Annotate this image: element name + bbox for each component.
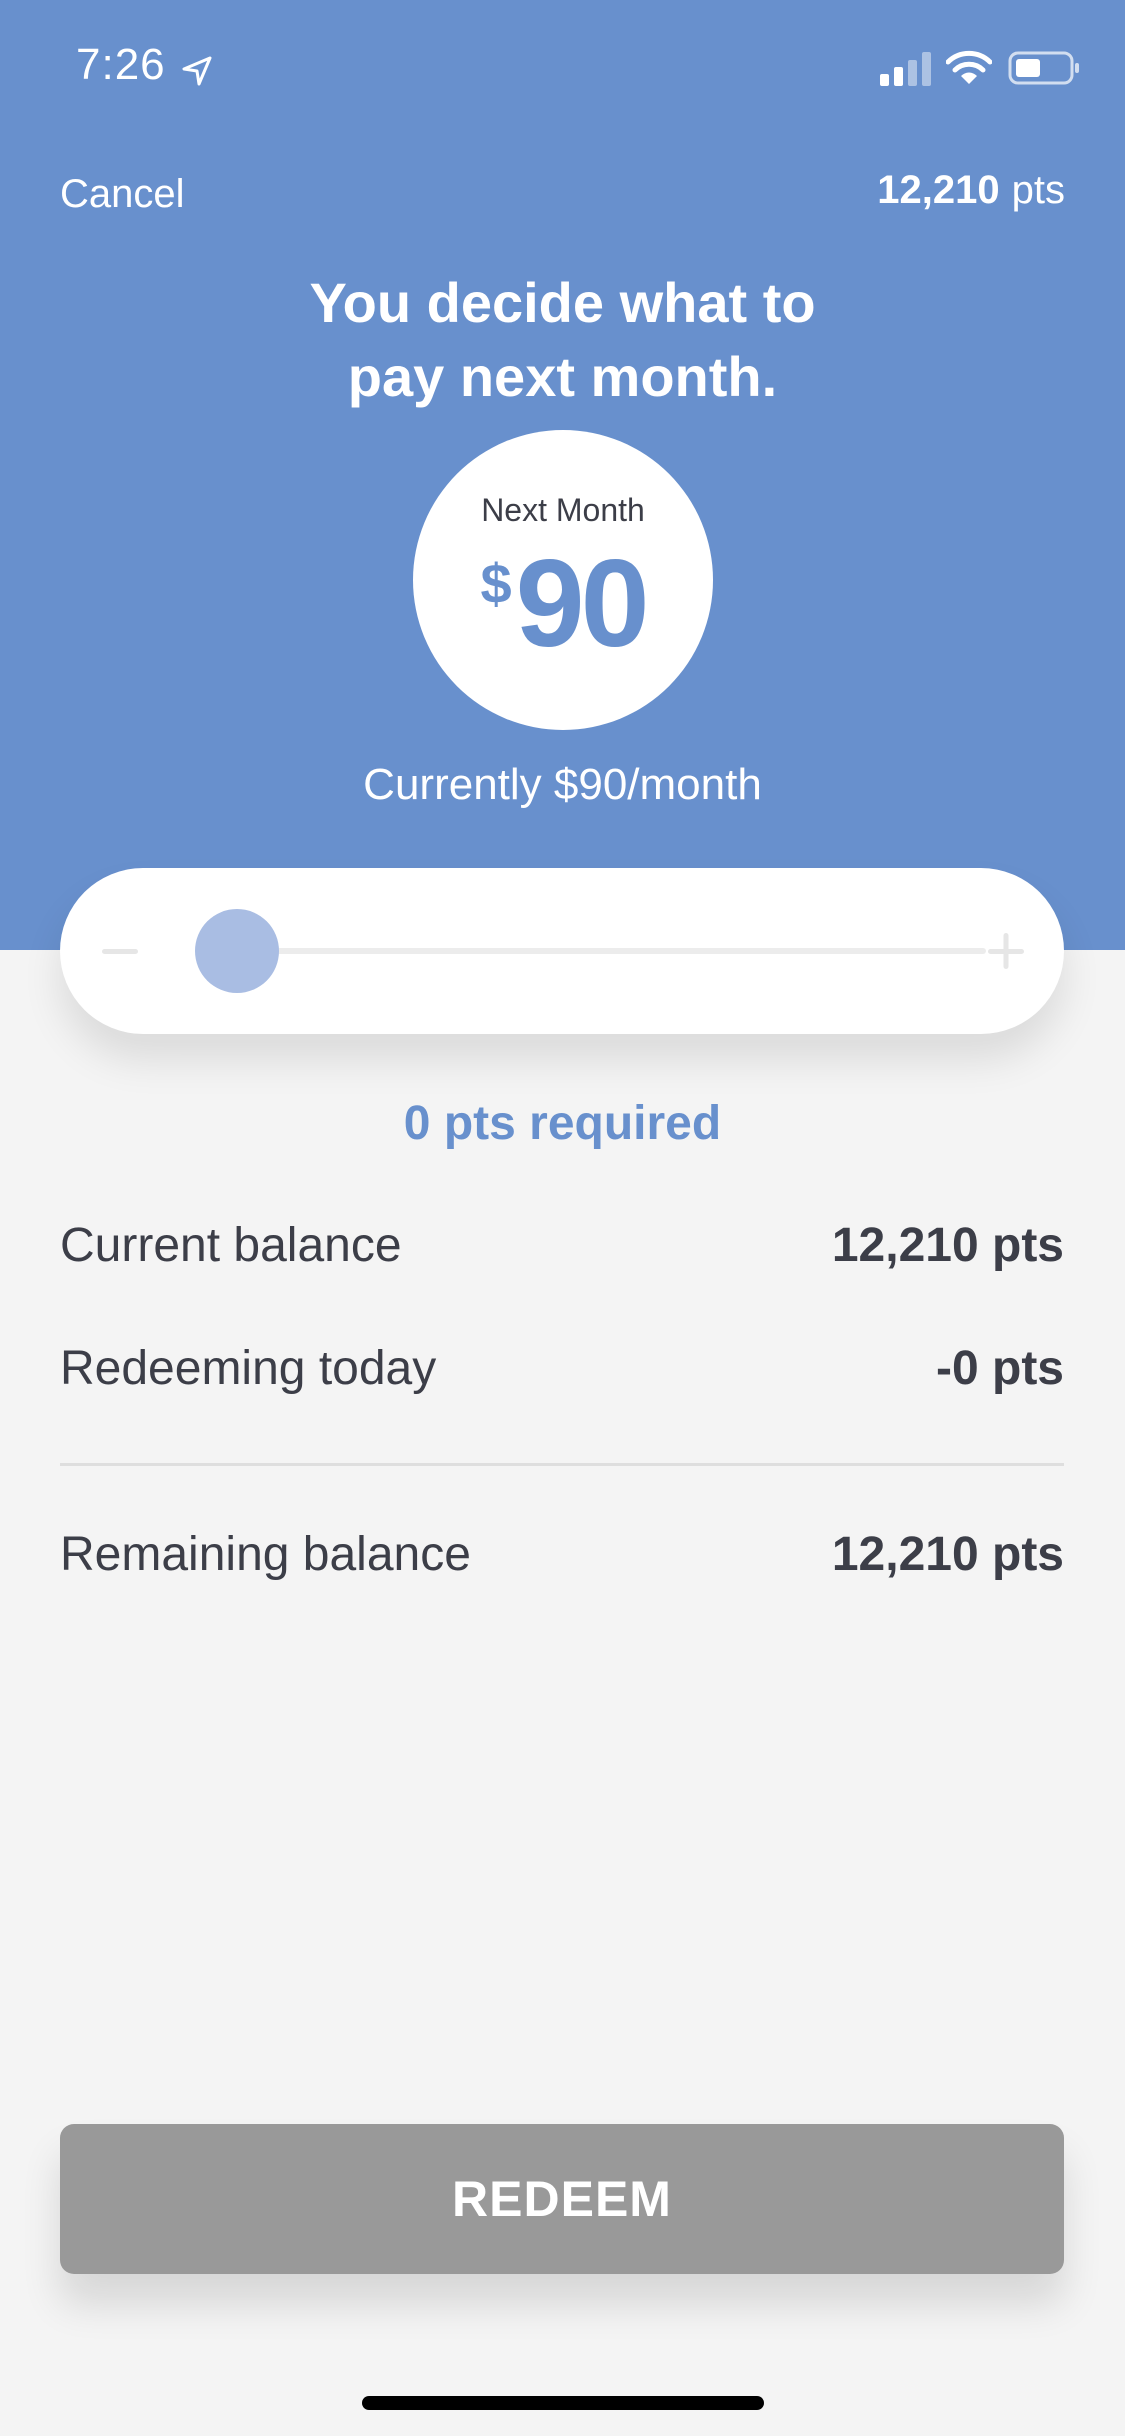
current-balance-value: 12,210 pts xyxy=(831,1219,1064,1272)
redeeming-today-label: Redeeming today xyxy=(60,1342,437,1395)
points-required-text: 0 pts required xyxy=(403,1097,722,1150)
remaining-balance-label: Remaining balance xyxy=(60,1528,471,1581)
remaining-balance-row: Remaining balance 12,210 pts xyxy=(60,1527,1064,1587)
status-time: 7:26 xyxy=(76,40,166,89)
points-balance-number: 12,210 xyxy=(877,168,1000,212)
amount-value: 90 xyxy=(515,535,650,673)
current-rate-text: Currently $90/month xyxy=(363,760,762,809)
current-balance-label: Current balance xyxy=(60,1219,402,1272)
page-title-line-2: pay next month. xyxy=(347,345,778,408)
page-title-line-1: You decide what to xyxy=(309,271,816,334)
cancel-button[interactable]: Cancel xyxy=(60,172,185,217)
slider-track[interactable] xyxy=(236,948,986,954)
next-month-circle: Next Month $90 xyxy=(413,430,713,730)
points-balance: 12,210 pts xyxy=(877,168,1065,213)
cellular-signal-icon xyxy=(880,52,931,86)
currency-symbol: $ xyxy=(480,552,512,615)
redeeming-today-row: Redeeming today -0 pts xyxy=(60,1341,1064,1401)
redeeming-today-value: -0 pts xyxy=(935,1342,1064,1395)
next-month-amount: $90 xyxy=(413,542,713,666)
page-title: You decide what to pay next month. xyxy=(200,266,925,414)
current-balance-row: Current balance 12,210 pts xyxy=(60,1218,1064,1278)
summary-divider xyxy=(60,1463,1064,1466)
payment-slider xyxy=(60,868,1064,1034)
next-month-label: Next Month xyxy=(481,492,645,528)
header-panel: 7:26 Cancel 12,210 pts You decide what to… xyxy=(0,0,1125,950)
location-arrow-icon xyxy=(182,56,212,86)
points-balance-unit: pts xyxy=(1011,168,1065,212)
plus-icon[interactable] xyxy=(986,931,1026,971)
wifi-icon xyxy=(946,50,992,84)
redeem-button[interactable]: REDEEM xyxy=(60,2124,1064,2274)
remaining-balance-value: 12,210 pts xyxy=(831,1528,1064,1581)
minus-icon[interactable] xyxy=(100,931,140,971)
battery-icon xyxy=(1008,51,1079,85)
home-indicator[interactable] xyxy=(362,2396,764,2410)
slider-thumb[interactable] xyxy=(195,909,279,993)
